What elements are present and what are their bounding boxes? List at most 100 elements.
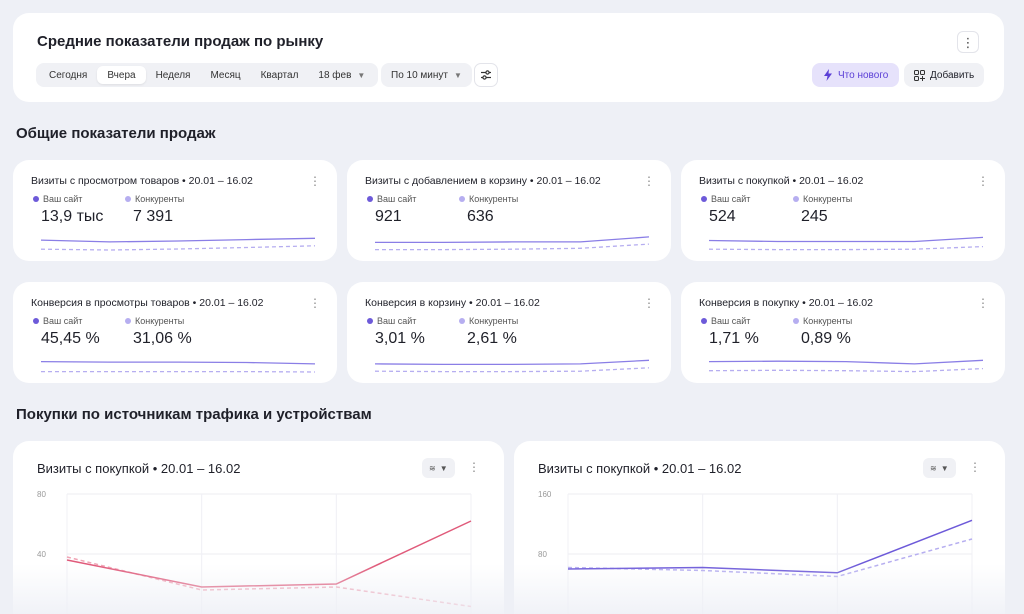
sparkline-competitors bbox=[375, 243, 649, 251]
legend-label: Ваш сайт bbox=[377, 316, 417, 326]
sparkline bbox=[709, 236, 983, 251]
legend-label: Конкуренты bbox=[803, 316, 853, 326]
chart-plot: 160 80 bbox=[538, 490, 973, 614]
whats-new-button[interactable]: Что нового bbox=[812, 63, 900, 87]
chart-plot: 80 40 bbox=[37, 490, 472, 614]
chevron-down-icon: ▼ bbox=[454, 70, 462, 80]
sparkline bbox=[375, 236, 649, 251]
more-vertical-icon[interactable]: ⋮ bbox=[977, 174, 989, 188]
metric-value-competitors: 31,06 % bbox=[133, 330, 192, 347]
metric-value-site: 13,9 тыс bbox=[41, 208, 104, 225]
metric-value-competitors: 636 bbox=[467, 208, 494, 225]
add-label: Добавить bbox=[930, 69, 975, 81]
legend-label: Ваш сайт bbox=[711, 194, 751, 204]
metric-card: Конверсия в просмотры товаров • 20.01 – … bbox=[13, 282, 337, 383]
series-site bbox=[567, 519, 973, 574]
metric-title: Конверсия в корзину • 20.01 – 16.02 bbox=[365, 297, 540, 309]
section-title-general: Общие показатели продаж bbox=[16, 125, 216, 142]
legend-dot bbox=[367, 318, 373, 324]
legend-dot bbox=[33, 196, 39, 202]
legend-dot bbox=[33, 318, 39, 324]
more-vertical-icon[interactable]: ⋮ bbox=[309, 296, 321, 310]
legend-dot bbox=[793, 196, 799, 202]
legend-competitors: Конкуренты bbox=[793, 194, 852, 204]
legend-label: Ваш сайт bbox=[43, 194, 83, 204]
metric-value-competitors: 245 bbox=[801, 208, 828, 225]
sparkline-competitors bbox=[41, 245, 315, 251]
legend-site: Ваш сайт bbox=[367, 194, 416, 204]
metric-title: Визиты с покупкой • 20.01 – 16.02 bbox=[699, 175, 864, 187]
y-tick-label: 80 bbox=[37, 490, 46, 499]
legend-dot bbox=[125, 318, 131, 324]
period-week[interactable]: Неделя bbox=[146, 66, 201, 84]
legend-site: Ваш сайт bbox=[701, 194, 750, 204]
legend-dot bbox=[125, 196, 131, 202]
section-title-traffic: Покупки по источникам трафика и устройст… bbox=[16, 406, 372, 423]
add-button[interactable]: Добавить bbox=[904, 63, 985, 87]
metric-card: Визиты с покупкой • 20.01 – 16.02 ⋮ Ваш … bbox=[681, 160, 1005, 261]
legend-label: Ваш сайт bbox=[43, 316, 83, 326]
metric-title: Визиты с добавлением в корзину • 20.01 –… bbox=[365, 175, 601, 187]
more-vertical-icon[interactable]: ⋮ bbox=[643, 174, 655, 188]
metric-value-site: 524 bbox=[709, 208, 736, 225]
metric-title: Конверсия в покупку • 20.01 – 16.02 bbox=[699, 297, 873, 309]
legend-dot bbox=[701, 196, 707, 202]
metric-card: Визиты с добавлением в корзину • 20.01 –… bbox=[347, 160, 671, 261]
legend-competitors: Конкуренты bbox=[459, 194, 518, 204]
whats-new-label: Что нового bbox=[838, 69, 889, 81]
legend-label: Конкуренты bbox=[135, 194, 185, 204]
sparkline-site bbox=[709, 236, 983, 243]
more-vertical-icon[interactable]: ⋮ bbox=[643, 296, 655, 310]
sparkline-competitors bbox=[709, 367, 983, 373]
period-month[interactable]: Месяц bbox=[200, 66, 250, 84]
legend-dot bbox=[701, 318, 707, 324]
filter-settings-button[interactable] bbox=[474, 63, 498, 87]
widgets-add-icon bbox=[914, 69, 925, 81]
metric-value-site: 45,45 % bbox=[41, 330, 100, 347]
period-yesterday[interactable]: Вчера bbox=[97, 66, 146, 84]
metric-card: Визиты с просмотром товаров • 20.01 – 16… bbox=[13, 160, 337, 261]
legend-label: Конкуренты bbox=[803, 194, 853, 204]
legend-competitors: Конкуренты bbox=[125, 316, 184, 326]
sparkline-site bbox=[41, 237, 315, 243]
metric-value-competitors: 2,61 % bbox=[467, 330, 517, 347]
period-date-picker[interactable]: 18 фев ▼ bbox=[308, 66, 375, 84]
metric-value-competitors: 0,89 % bbox=[801, 330, 851, 347]
legend-label: Ваш сайт bbox=[377, 194, 417, 204]
metric-card: Конверсия в покупку • 20.01 – 16.02 ⋮ Ва… bbox=[681, 282, 1005, 383]
legend-label: Конкуренты bbox=[469, 194, 519, 204]
sparkline-site bbox=[41, 360, 315, 365]
period-today[interactable]: Сегодня bbox=[39, 66, 97, 84]
metric-value-site: 3,01 % bbox=[375, 330, 425, 347]
metric-value-competitors: 7 391 bbox=[133, 208, 174, 225]
legend-dot bbox=[459, 196, 465, 202]
period-quarter[interactable]: Квартал bbox=[251, 66, 309, 84]
sparkline bbox=[41, 360, 315, 373]
sparkline-competitors bbox=[375, 367, 649, 373]
more-vertical-icon[interactable]: ⋮ bbox=[309, 174, 321, 188]
purchases-chart-card-1: Визиты с покупкой • 20.01 – 16.02 ≋ ▼ ⋮ 8… bbox=[13, 441, 504, 614]
sparkline-site bbox=[375, 236, 649, 244]
sparkline bbox=[375, 359, 649, 373]
legend-site: Ваш сайт bbox=[33, 316, 82, 326]
more-vertical-icon[interactable]: ⋮ bbox=[957, 31, 979, 53]
metric-title: Визиты с просмотром товаров • 20.01 – 16… bbox=[31, 175, 253, 187]
legend-dot bbox=[793, 318, 799, 324]
y-tick-label: 40 bbox=[37, 550, 46, 559]
metric-value-site: 921 bbox=[375, 208, 402, 225]
purchases-chart-card-2: Визиты с покупкой • 20.01 – 16.02 ≋ ▼ ⋮ 1… bbox=[514, 441, 1005, 614]
legend-competitors: Конкуренты bbox=[459, 316, 518, 326]
sparkline-site bbox=[375, 359, 649, 366]
metric-title: Конверсия в просмотры товаров • 20.01 – … bbox=[31, 297, 264, 309]
legend-label: Конкуренты bbox=[469, 316, 519, 326]
legend-site: Ваш сайт bbox=[701, 316, 750, 326]
sparkline-competitors bbox=[709, 245, 983, 251]
period-selector: Сегодня Вчера Неделя Месяц Квартал 18 фе… bbox=[36, 63, 379, 87]
series-competitors bbox=[66, 556, 472, 608]
more-vertical-icon[interactable]: ⋮ bbox=[977, 296, 989, 310]
interval-select[interactable]: По 10 минут ▼ bbox=[381, 63, 472, 87]
legend-label: Ваш сайт bbox=[711, 316, 751, 326]
legend-dot bbox=[367, 196, 373, 202]
metric-value-site: 1,71 % bbox=[709, 330, 759, 347]
interval-value: По 10 минут bbox=[391, 69, 448, 81]
